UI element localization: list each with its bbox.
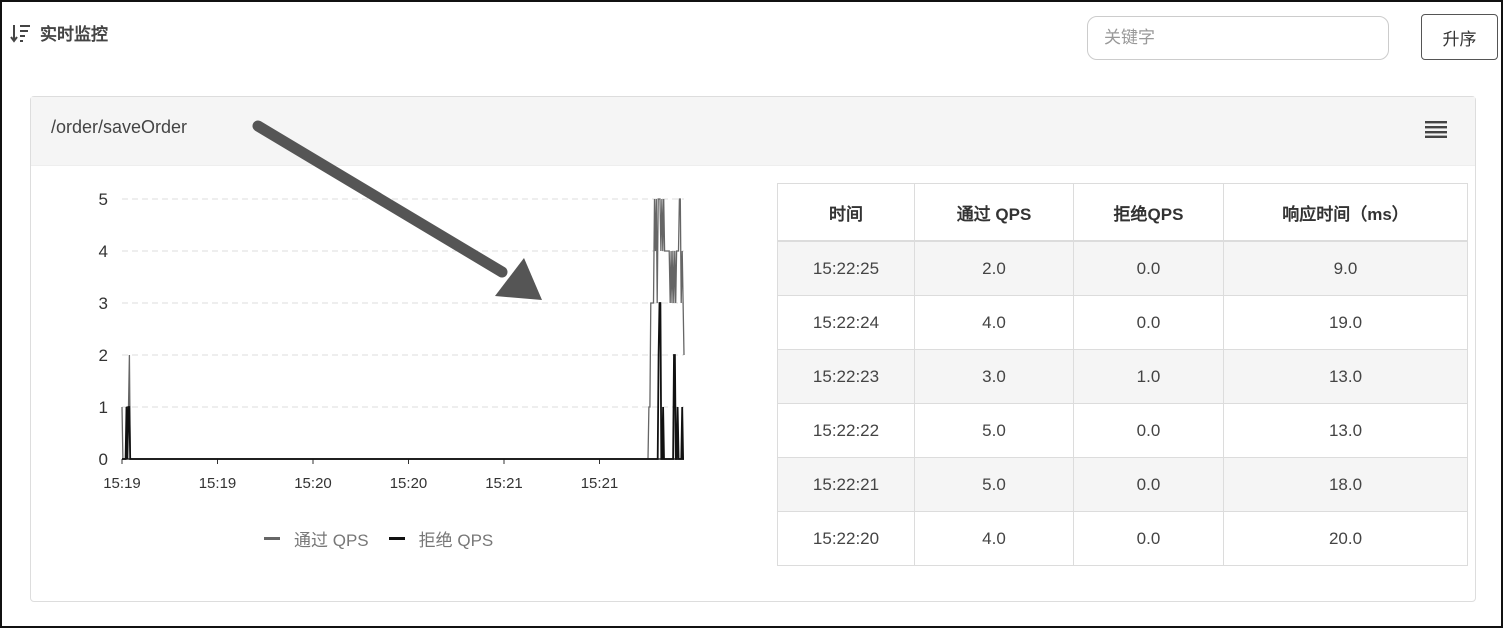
table-cell-block-qps: 0.0 <box>1073 511 1224 566</box>
table-cell-block-qps: 0.0 <box>1073 240 1224 296</box>
table-row: 15:22:20 4.0 0.0 20.0 <box>777 511 1468 566</box>
resource-card-header: /order/saveOrder <box>31 97 1475 166</box>
chart-legend: 通过 QPS 拒绝 QPS <box>264 526 513 551</box>
metrics-table-wrapper: 时间 通过 QPS 拒绝QPS 响应时间（ms） 15:22:25 2.0 0.… <box>777 183 1468 566</box>
table-cell-rt: 18.0 <box>1223 457 1468 512</box>
table-cell-rt: 9.0 <box>1223 240 1468 296</box>
table-cell-time: 15:22:23 <box>777 349 915 404</box>
table-cell-rt: 19.0 <box>1223 295 1468 350</box>
page-title-text: 实时监控 <box>40 25 108 45</box>
table-cell-time: 15:22:21 <box>777 457 915 512</box>
table-cell-time: 15:22:25 <box>777 240 915 296</box>
table-row: 15:22:25 2.0 0.0 9.0 <box>777 240 1468 296</box>
qps-line-chart: 0 1 2 3 4 5 15:19 15:19 15:20 15:20 15:21 15:21 <box>99 190 685 492</box>
x-tick-label: 15:19 <box>103 475 141 492</box>
sort-icon[interactable] <box>10 22 32 44</box>
x-tick-label: 15:20 <box>294 475 332 492</box>
metrics-table: 时间 通过 QPS 拒绝QPS 响应时间（ms） 15:22:25 2.0 0.… <box>777 183 1468 566</box>
table-row: 15:22:21 5.0 0.0 18.0 <box>777 457 1468 512</box>
table-cell-rt: 20.0 <box>1223 511 1468 566</box>
x-tick-label: 15:21 <box>485 475 523 492</box>
table-cell-pass-qps: 5.0 <box>914 457 1074 512</box>
screenshot-frame: 实时监控 升序 /order/saveOrder 0 1 2 3 4 5 15:19 15:1… <box>0 0 1503 628</box>
table-row: 15:22:22 5.0 0.0 13.0 <box>777 403 1468 458</box>
table-header-row: 时间 通过 QPS 拒绝QPS 响应时间（ms） <box>777 183 1468 242</box>
column-header-block-qps[interactable]: 拒绝QPS <box>1073 183 1224 242</box>
table-cell-time: 15:22:22 <box>777 403 915 458</box>
table-cell-rt: 13.0 <box>1223 349 1468 404</box>
x-tick-label: 15:21 <box>581 475 619 492</box>
legend-label-pass: 通过 QPS <box>294 531 369 550</box>
table-row: 15:22:23 3.0 1.0 13.0 <box>777 349 1468 404</box>
legend-item-block-qps[interactable]: 拒绝 QPS <box>388 526 494 551</box>
table-row: 15:22:24 4.0 0.0 19.0 <box>777 295 1468 350</box>
x-tick-label: 15:19 <box>199 475 237 492</box>
table-cell-rt: 13.0 <box>1223 403 1468 458</box>
table-cell-block-qps: 0.0 <box>1073 295 1224 350</box>
y-tick-label: 2 <box>99 346 108 365</box>
y-tick-label: 5 <box>99 190 108 209</box>
page-title: 实时监控 <box>10 20 108 45</box>
y-tick-label: 3 <box>99 294 108 313</box>
legend-swatch-pass <box>264 537 280 540</box>
y-tick-label: 0 <box>99 450 108 469</box>
column-header-time[interactable]: 时间 <box>777 183 915 242</box>
series-line-block-qps[interactable] <box>122 302 684 460</box>
column-header-pass-qps[interactable]: 通过 QPS <box>914 183 1074 242</box>
legend-item-pass-qps[interactable]: 通过 QPS <box>264 526 369 551</box>
table-cell-time: 15:22:24 <box>777 295 915 350</box>
table-cell-block-qps: 0.0 <box>1073 457 1224 512</box>
legend-label-block: 拒绝 QPS <box>418 531 494 550</box>
y-tick-label: 1 <box>99 398 108 417</box>
resource-name: /order/saveOrder <box>51 117 188 137</box>
y-tick-label: 4 <box>99 242 108 261</box>
sort-order-button[interactable]: 升序 <box>1421 14 1498 60</box>
table-cell-pass-qps: 2.0 <box>914 240 1074 296</box>
table-cell-pass-qps: 3.0 <box>914 349 1074 404</box>
table-cell-block-qps: 1.0 <box>1073 349 1224 404</box>
table-cell-time: 15:22:20 <box>777 511 915 566</box>
table-cell-pass-qps: 4.0 <box>914 295 1074 350</box>
x-tick-label: 15:20 <box>390 475 428 492</box>
search-input[interactable] <box>1087 16 1389 60</box>
series-line-pass-qps[interactable] <box>121 198 685 460</box>
legend-swatch-block <box>388 537 405 540</box>
table-cell-pass-qps: 5.0 <box>914 403 1074 458</box>
table-cell-block-qps: 0.0 <box>1073 403 1224 458</box>
hamburger-menu-icon[interactable] <box>1425 120 1447 138</box>
column-header-rt[interactable]: 响应时间（ms） <box>1223 183 1468 242</box>
table-cell-pass-qps: 4.0 <box>914 511 1074 566</box>
